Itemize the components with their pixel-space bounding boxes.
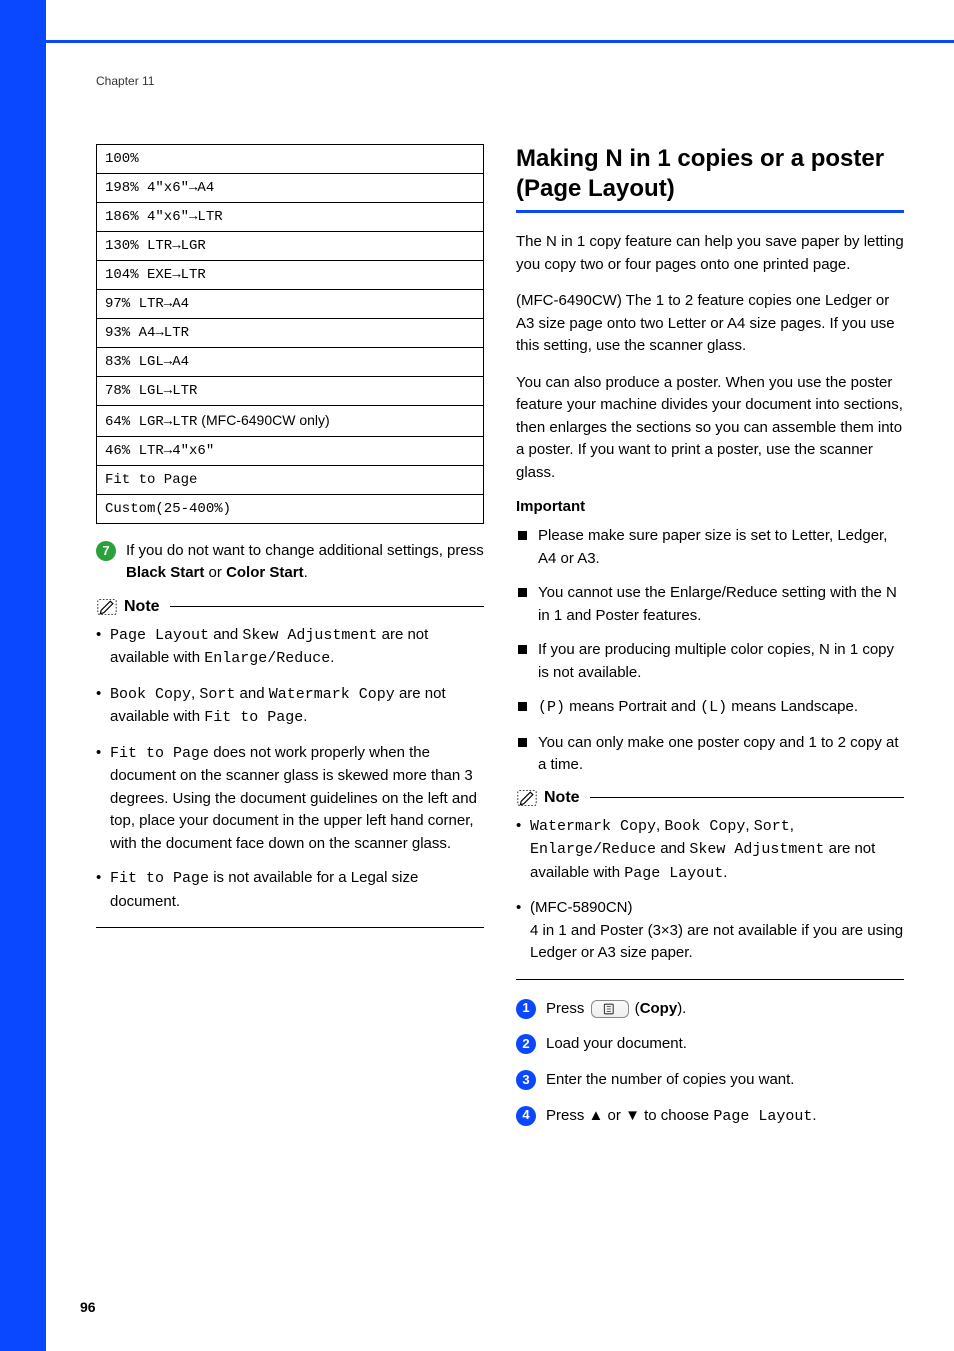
step-7-black-start: Black Start xyxy=(126,564,204,581)
note-item: Fit to Page does not work properly when … xyxy=(96,742,484,856)
ratio-cell: 186% 4"x6"→LTR xyxy=(97,203,484,232)
note-item: Page Layout and Skew Adjustment are not … xyxy=(96,624,484,671)
ratio-cell: Custom(25-400%) xyxy=(97,495,484,524)
copy-key-icon xyxy=(591,1000,629,1018)
step-7-text: If you do not want to change additional … xyxy=(126,542,484,559)
step-2-badge: 2 xyxy=(516,1034,536,1054)
top-rule xyxy=(46,40,954,43)
ratio-cell: 198% 4"x6"→A4 xyxy=(97,174,484,203)
step-3-badge: 3 xyxy=(516,1070,536,1090)
important-list: Please make sure paper size is set to Le… xyxy=(516,525,904,777)
note-item: Book Copy, Sort and Watermark Copy are n… xyxy=(96,683,484,730)
ratio-cell: 93% A4→LTR xyxy=(97,319,484,348)
important-item: You can only make one poster copy and 1 … xyxy=(516,732,904,777)
note-rule xyxy=(170,606,484,607)
ratio-cell: 100% xyxy=(97,145,484,174)
right-column: Making N in 1 copies or a poster (Page L… xyxy=(516,144,904,1142)
ratio-table: 100%198% 4"x6"→A4186% 4"x6"→LTR130% LTR→… xyxy=(96,144,484,524)
note-label-left: Note xyxy=(124,598,160,616)
copy-label: Copy xyxy=(640,1000,678,1017)
para-1: The N in 1 copy feature can help you sav… xyxy=(516,231,904,276)
note-item: Fit to Page is not available for a Legal… xyxy=(96,867,484,913)
ratio-cell: 97% LTR→A4 xyxy=(97,290,484,319)
important-heading: Important xyxy=(516,498,904,515)
note-label-right: Note xyxy=(544,789,580,807)
step-2: 2 Load your document. xyxy=(516,1033,904,1055)
ratio-cell: Fit to Page xyxy=(97,466,484,495)
important-item: If you are producing multiple color copi… xyxy=(516,639,904,684)
step-7-badge: 7 xyxy=(96,541,116,561)
ratio-cell: 83% LGL→A4 xyxy=(97,348,484,377)
section-heading: Making N in 1 copies or a poster (Page L… xyxy=(516,144,904,204)
page-number: 96 xyxy=(80,1299,96,1315)
step-7-color-start: Color Start xyxy=(226,564,304,581)
ratio-cell: 104% EXE→LTR xyxy=(97,261,484,290)
note-block-right: Note Watermark Copy, Book Copy, Sort, En… xyxy=(516,789,904,980)
para-3: You can also produce a poster. When you … xyxy=(516,372,904,485)
note-item: (MFC-5890CN) 4 in 1 and Poster (3×3) are… xyxy=(516,897,904,965)
page-layout-option: Page Layout xyxy=(713,1108,812,1125)
step-7: 7 If you do not want to change additiona… xyxy=(96,540,484,584)
step-3: 3 Enter the number of copies you want. xyxy=(516,1069,904,1091)
step-1: 1 Press (Copy). xyxy=(516,998,904,1020)
ratio-cell: 46% LTR→4"x6" xyxy=(97,437,484,466)
important-item: You cannot use the Enlarge/Reduce settin… xyxy=(516,582,904,627)
step-1-badge: 1 xyxy=(516,999,536,1019)
note-rule xyxy=(590,797,904,798)
chapter-label: Chapter 11 xyxy=(96,74,904,88)
ratio-cell: 64% LGR→LTR (MFC-6490CW only) xyxy=(97,406,484,437)
pencil-note-icon xyxy=(96,598,118,616)
ratio-cell: 78% LGL→LTR xyxy=(97,377,484,406)
step-4: 4 Press ▲ or ▼ to choose Page Layout. xyxy=(516,1105,904,1128)
down-arrow-icon: ▼ xyxy=(625,1107,640,1124)
left-column: 100%198% 4"x6"→A4186% 4"x6"→LTR130% LTR→… xyxy=(96,144,484,1142)
step-3-text: Enter the number of copies you want. xyxy=(546,1069,904,1091)
para-2: (MFC-6490CW) The 1 to 2 feature copies o… xyxy=(516,290,904,358)
note-block-left: Note Page Layout and Skew Adjustment are… xyxy=(96,598,484,929)
important-item: (P) means Portrait and (L) means Landsca… xyxy=(516,696,904,720)
note-bottom-rule xyxy=(96,927,484,928)
ratio-cell: 130% LTR→LGR xyxy=(97,232,484,261)
step-2-text: Load your document. xyxy=(546,1033,904,1055)
important-item: Please make sure paper size is set to Le… xyxy=(516,525,904,570)
up-arrow-icon: ▲ xyxy=(589,1107,604,1124)
note-bottom-rule xyxy=(516,979,904,980)
step-4-badge: 4 xyxy=(516,1106,536,1126)
note-item: Watermark Copy, Book Copy, Sort, Enlarge… xyxy=(516,815,904,886)
section-underline xyxy=(516,210,904,213)
pencil-note-icon xyxy=(516,789,538,807)
